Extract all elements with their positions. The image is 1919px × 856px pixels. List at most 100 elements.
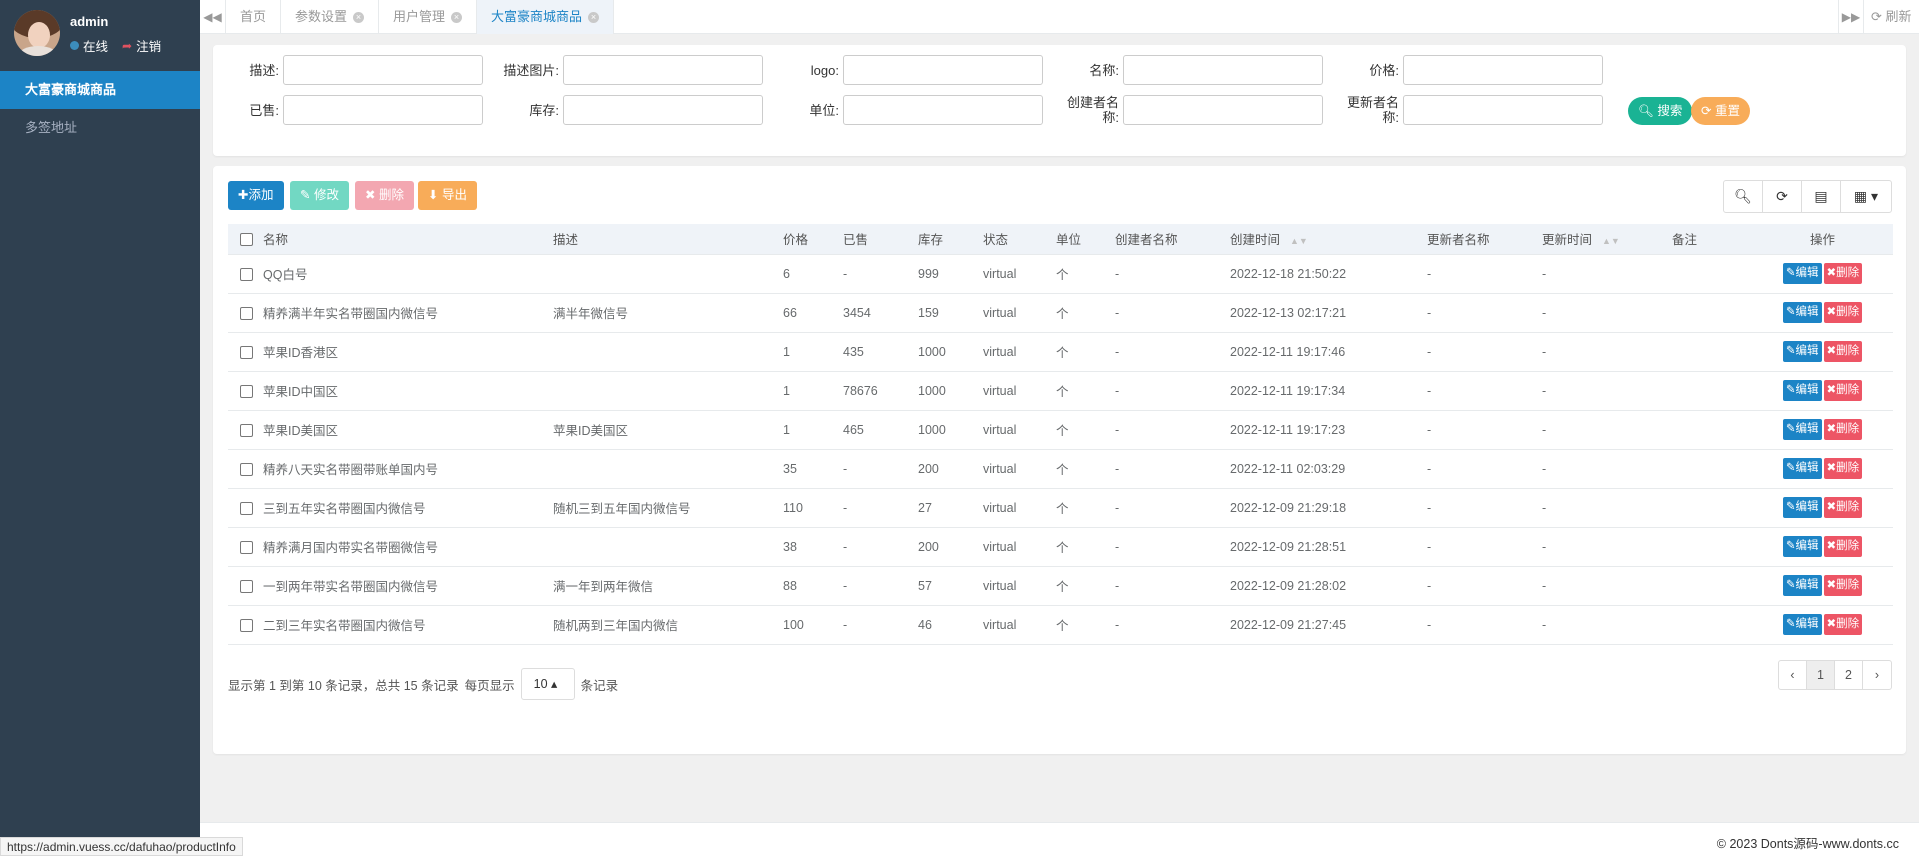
cell-creator: - bbox=[1113, 293, 1228, 333]
col-name[interactable]: 名称 bbox=[261, 224, 551, 255]
table-row[interactable]: 二到三年实名带圈国内微信号 随机两到三年国内微信 100-46 virtual 个 -20… bbox=[228, 605, 1893, 645]
sidebar-item-products[interactable]: 大富豪商城商品 bbox=[0, 71, 200, 109]
logo-input[interactable] bbox=[843, 55, 1043, 85]
stock-input[interactable] bbox=[563, 95, 763, 125]
tab-scroll-left-icon[interactable]: ◀◀ bbox=[200, 0, 226, 34]
row-delete-button[interactable]: ✖删除 bbox=[1823, 341, 1863, 362]
row-delete-button[interactable]: ✖删除 bbox=[1823, 497, 1863, 518]
col-remark[interactable]: 备注 bbox=[1670, 224, 1750, 255]
delete-icon: ✖ bbox=[1826, 579, 1837, 591]
delete-button[interactable]: ✖ 删除 bbox=[355, 181, 414, 210]
table-row[interactable]: 精养满月国内带实名带圈微信号 38-200 virtual 个 -2022-12-09 … bbox=[228, 527, 1893, 567]
col-updated-time[interactable]: 更新时间 ▲▼ bbox=[1540, 224, 1670, 255]
refresh-table-icon[interactable]: ⟳ bbox=[1763, 181, 1802, 212]
row-checkbox[interactable] bbox=[240, 306, 253, 320]
table-row[interactable]: 精养满半年实名带圈国内微信号 满半年微信号 66 3454 159 virtual 个 -20… bbox=[228, 293, 1893, 333]
tab-close-icon[interactable]: × bbox=[588, 11, 600, 23]
col-description[interactable]: 描述 bbox=[551, 224, 781, 255]
col-updater[interactable]: 更新者名称 bbox=[1425, 224, 1540, 255]
avatar[interactable] bbox=[14, 10, 60, 56]
col-sold[interactable]: 已售 bbox=[841, 224, 916, 255]
search-button[interactable]: 🔍︎ 搜索 bbox=[1628, 97, 1693, 125]
row-edit-button[interactable]: ✎编辑 bbox=[1782, 263, 1822, 284]
col-creator[interactable]: 创建者名称 bbox=[1113, 224, 1228, 255]
row-checkbox[interactable] bbox=[240, 501, 253, 515]
name-input[interactable] bbox=[1123, 55, 1323, 85]
desc-image-input[interactable] bbox=[563, 55, 763, 85]
logout-link[interactable]: 注销 bbox=[136, 36, 161, 55]
row-delete-button[interactable]: ✖删除 bbox=[1823, 536, 1863, 557]
row-edit-button[interactable]: ✎编辑 bbox=[1782, 380, 1822, 401]
col-created-time[interactable]: 创建时间 ▲▼ bbox=[1228, 224, 1425, 255]
sold-input[interactable] bbox=[283, 95, 483, 125]
unit-input[interactable] bbox=[843, 95, 1043, 125]
creator-input[interactable] bbox=[1123, 95, 1323, 125]
edit-button[interactable]: ✎ 修改 bbox=[290, 181, 349, 210]
tab-home[interactable]: 首页 bbox=[226, 0, 282, 34]
row-checkbox[interactable] bbox=[240, 540, 253, 554]
description-input[interactable] bbox=[283, 55, 483, 85]
logout-icon[interactable]: ➦ bbox=[122, 39, 132, 53]
col-status[interactable]: 状态 bbox=[981, 224, 1054, 255]
page-1-button[interactable]: 1 bbox=[1807, 661, 1835, 689]
col-price[interactable]: 价格 bbox=[781, 224, 841, 255]
row-checkbox[interactable] bbox=[240, 384, 253, 398]
cell-price: 35 bbox=[781, 449, 841, 489]
row-delete-button[interactable]: ✖删除 bbox=[1823, 458, 1863, 479]
row-checkbox[interactable] bbox=[240, 579, 253, 593]
updater-input[interactable] bbox=[1403, 95, 1603, 125]
row-edit-button[interactable]: ✎编辑 bbox=[1782, 341, 1822, 362]
sort-icon[interactable]: ▲▼ bbox=[1290, 236, 1308, 246]
select-all-checkbox[interactable] bbox=[240, 232, 253, 246]
table-row[interactable]: 苹果ID美国区 苹果ID美国区 1 465 1000 virtual 个 -2022-12-1… bbox=[228, 410, 1893, 450]
toggle-view-icon[interactable]: ▤ bbox=[1802, 181, 1841, 212]
row-checkbox[interactable] bbox=[240, 267, 253, 281]
price-input[interactable] bbox=[1403, 55, 1603, 85]
cell-updated-time: - bbox=[1540, 449, 1670, 489]
columns-menu-icon[interactable]: ▦ ▾ bbox=[1841, 181, 1891, 212]
row-edit-button[interactable]: ✎编辑 bbox=[1782, 497, 1822, 518]
next-page-button[interactable]: › bbox=[1863, 661, 1891, 689]
tab-users[interactable]: 用户管理 × bbox=[379, 0, 478, 34]
row-edit-button[interactable]: ✎编辑 bbox=[1782, 419, 1822, 440]
row-checkbox[interactable] bbox=[240, 618, 253, 632]
table-row[interactable]: 苹果ID香港区 1 435 1000 virtual 个 -2022-12-11 19:17… bbox=[228, 332, 1893, 372]
row-delete-button[interactable]: ✖删除 bbox=[1823, 575, 1863, 596]
page-2-button[interactable]: 2 bbox=[1835, 661, 1863, 689]
tab-close-icon[interactable]: × bbox=[353, 11, 365, 23]
table-row[interactable]: 苹果ID中国区 1 78676 1000 virtual 个 -2022-12-11 19:… bbox=[228, 371, 1893, 411]
add-button[interactable]: ✚添加 bbox=[228, 181, 284, 210]
refresh-button[interactable]: ⟳ 刷新 bbox=[1865, 0, 1912, 34]
row-edit-button[interactable]: ✎编辑 bbox=[1782, 575, 1822, 596]
sidebar-item-multisig[interactable]: 多签地址 bbox=[0, 109, 200, 147]
tab-scroll-right-icon[interactable]: ▶▶ bbox=[1838, 0, 1864, 34]
row-edit-button[interactable]: ✎编辑 bbox=[1782, 536, 1822, 557]
row-checkbox[interactable] bbox=[240, 345, 253, 359]
reset-button[interactable]: ⟳ 重置 bbox=[1691, 97, 1750, 125]
row-checkbox[interactable] bbox=[240, 423, 253, 437]
row-checkbox[interactable] bbox=[240, 462, 253, 476]
row-delete-button[interactable]: ✖删除 bbox=[1823, 302, 1863, 323]
row-delete-button[interactable]: ✖删除 bbox=[1823, 419, 1863, 440]
cell-price: 1 bbox=[781, 332, 841, 372]
table-row[interactable]: 精养八天实名带圈带账单国内号 35-200 virtual 个 -2022-12-11 … bbox=[228, 449, 1893, 489]
col-unit[interactable]: 单位 bbox=[1054, 224, 1113, 255]
page-size-select[interactable]: 10 ▴ bbox=[520, 668, 575, 700]
row-edit-button[interactable]: ✎编辑 bbox=[1782, 302, 1822, 323]
tab-products[interactable]: 大富豪商城商品 × bbox=[477, 0, 615, 34]
prev-page-button[interactable]: ‹ bbox=[1779, 661, 1807, 689]
table-row[interactable]: 一到两年带实名带圈国内微信号 满一年到两年微信 88-57 virtual 个 -2022… bbox=[228, 566, 1893, 606]
col-stock[interactable]: 库存 bbox=[916, 224, 981, 255]
table-row[interactable]: 三到五年实名带圈国内微信号 随机三到五年国内微信号 110-27 virtual 个 -2… bbox=[228, 488, 1893, 528]
row-edit-button[interactable]: ✎编辑 bbox=[1782, 458, 1822, 479]
table-row[interactable]: QQ白号 6-999 virtual 个 -2022-12-18 21:50:22- - ✎… bbox=[228, 254, 1893, 294]
row-edit-button[interactable]: ✎编辑 bbox=[1782, 614, 1822, 635]
row-delete-button[interactable]: ✖删除 bbox=[1823, 614, 1863, 635]
row-delete-button[interactable]: ✖删除 bbox=[1823, 263, 1863, 284]
export-button[interactable]: ⬇ 导出 bbox=[418, 181, 477, 210]
tab-close-icon[interactable]: × bbox=[451, 11, 463, 23]
search-toggle-icon[interactable]: 🔍︎ bbox=[1724, 181, 1763, 212]
tab-settings[interactable]: 参数设置 × bbox=[281, 0, 380, 34]
sort-icon[interactable]: ▲▼ bbox=[1602, 236, 1620, 246]
row-delete-button[interactable]: ✖删除 bbox=[1823, 380, 1863, 401]
